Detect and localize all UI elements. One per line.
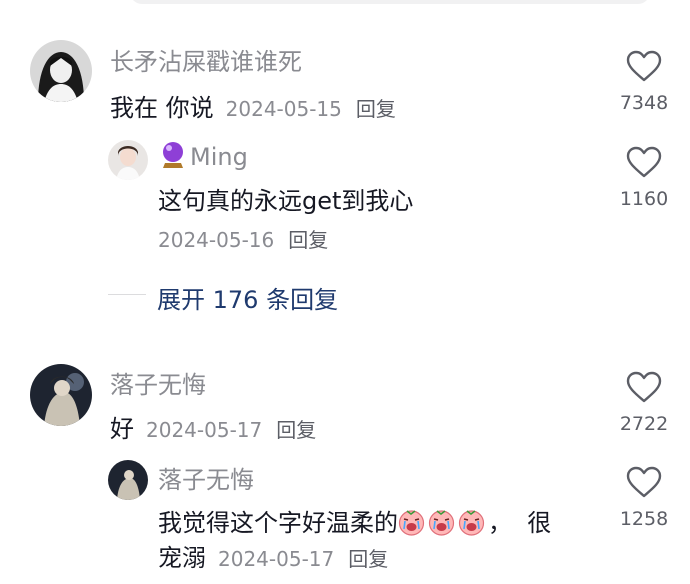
purple-crystal-ball-icon	[160, 141, 186, 173]
reply-author[interactable]: 落子无悔	[158, 460, 254, 495]
heart-icon[interactable]	[626, 466, 662, 498]
like-button[interactable]: 1258	[608, 466, 680, 530]
comment-author[interactable]: 长矛沾屎戳谁谁死	[110, 42, 302, 77]
avatar[interactable]	[108, 140, 148, 180]
comment-author[interactable]: 落子无悔	[110, 365, 206, 400]
reply-author[interactable]: Ming	[190, 143, 248, 171]
avatar[interactable]	[30, 40, 92, 102]
avatar[interactable]	[30, 364, 92, 426]
reply-date: 2024-05-16	[158, 228, 275, 252]
reply-button[interactable]: 回复	[288, 228, 328, 252]
comment-body: 好 2024-05-17 回复	[110, 409, 316, 444]
reply-button[interactable]: 回复	[348, 547, 388, 571]
heart-icon[interactable]	[626, 50, 662, 82]
expand-replies-link[interactable]: 展开 176 条回复	[157, 280, 338, 315]
comment-text: 好	[110, 415, 134, 443]
comment-date: 2024-05-17	[146, 418, 263, 442]
like-button[interactable]: 2722	[608, 371, 680, 435]
reply-text: 这句真的永远get到我心	[158, 187, 414, 215]
reply-text-line1-end: ， 很	[488, 509, 552, 537]
like-count: 2722	[619, 413, 669, 435]
like-count: 1160	[619, 188, 669, 210]
comment-body: 我在 你说 2024-05-15 回复	[110, 88, 396, 123]
reply-text-line2: 宠溺	[158, 544, 206, 572]
crying-face-emoji	[458, 509, 485, 536]
reply-button[interactable]: 回复	[276, 418, 316, 442]
like-button[interactable]: 7348	[608, 50, 680, 114]
reply-meta: 宠溺 2024-05-17 回复	[158, 538, 388, 573]
reply-button[interactable]: 回复	[356, 97, 396, 121]
avatar[interactable]	[108, 460, 148, 500]
heart-icon[interactable]	[626, 146, 662, 178]
reply-text-line1: 我觉得这个字好温柔的	[158, 509, 398, 537]
comment-date: 2024-05-15	[225, 97, 342, 121]
like-button[interactable]: 1160	[608, 146, 680, 210]
like-count: 7348	[619, 92, 669, 114]
heart-icon[interactable]	[626, 371, 662, 403]
search-bar-edge	[130, 0, 650, 4]
comment-text: 我在 你说	[110, 94, 214, 122]
reply-text: 我觉得这个字好温柔的 ， 很	[158, 503, 551, 538]
crying-face-emoji	[398, 509, 425, 536]
like-count: 1258	[619, 508, 669, 530]
reply-date: 2024-05-17	[218, 547, 335, 571]
reply-author-row: Ming	[160, 141, 248, 173]
divider	[108, 294, 146, 295]
reply-meta: 2024-05-16 回复	[158, 224, 328, 253]
crying-face-emoji	[428, 509, 455, 536]
